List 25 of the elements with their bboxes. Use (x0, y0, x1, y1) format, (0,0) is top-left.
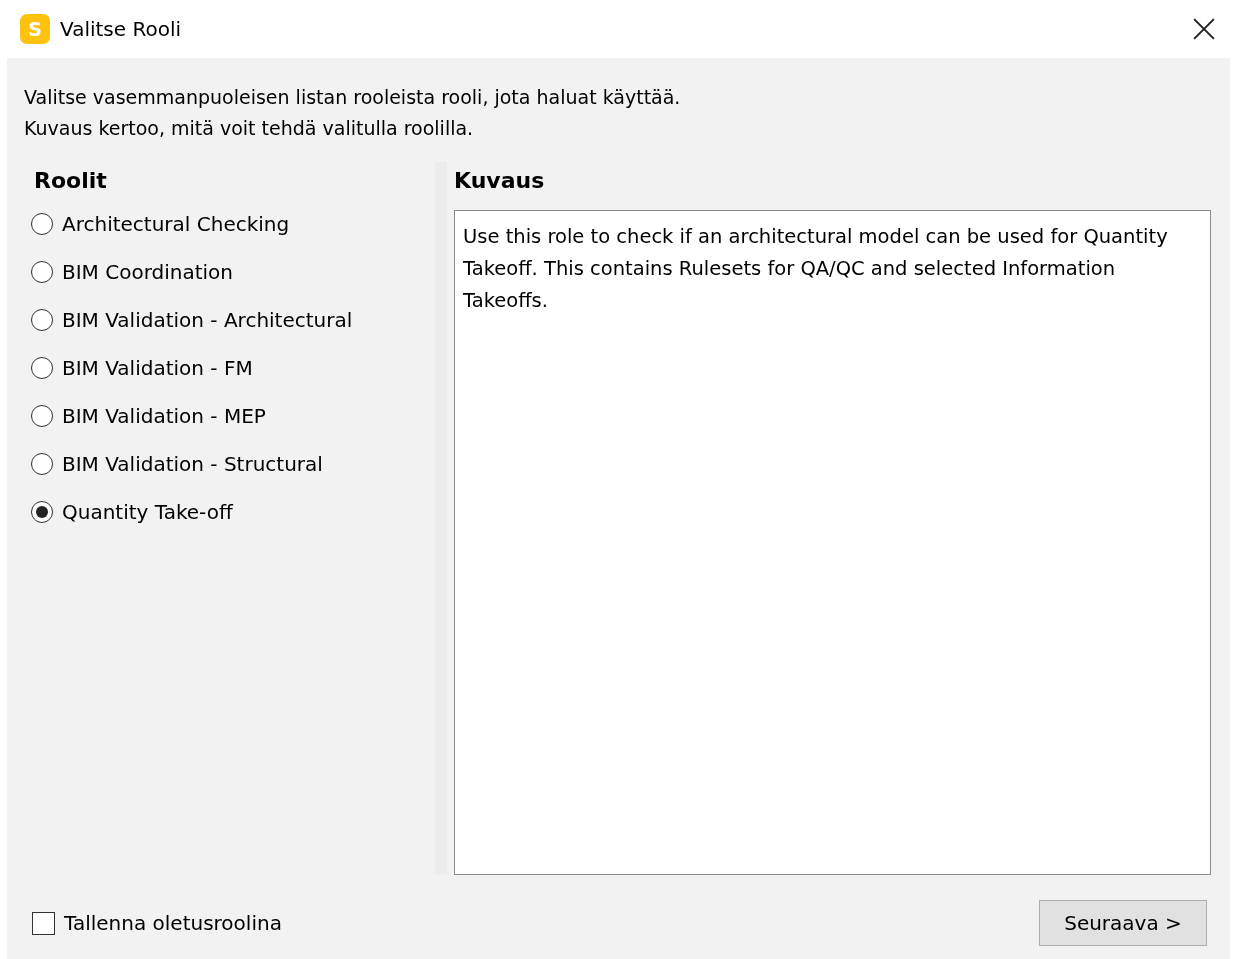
instruction-text: Kuvaus kertoo, mitä voit tehdä valitulla roolilla. (24, 116, 475, 141)
checkbox-label[interactable]: Tallenna oletusroolina (64, 911, 282, 935)
app-icon: S (20, 14, 50, 44)
radio-button[interactable] (31, 405, 53, 427)
description-box: Use this role to check if an architectural model can be used for Quantity Takeoff. This contains Rulesets for QA/QC and selected Information Takeoffs. (454, 210, 1211, 875)
close-icon[interactable] (1193, 18, 1215, 40)
radio-button[interactable] (31, 261, 53, 283)
role-label[interactable]: BIM Validation - MEP (62, 404, 266, 428)
radio-button[interactable] (31, 501, 53, 523)
radio-button[interactable] (31, 357, 53, 379)
role-label[interactable]: BIM Coordination (62, 260, 234, 284)
next-button[interactable]: Seuraava > (1039, 900, 1207, 946)
radio-button[interactable] (31, 213, 53, 235)
roles-heading: Roolit (34, 167, 108, 195)
radio-button[interactable] (31, 309, 53, 331)
checkbox[interactable] (32, 911, 55, 935)
radio-button[interactable] (31, 453, 53, 475)
instruction-text: Valitse vasemmanpuoleisen listan rooleista rooli, jota haluat käyttää. (24, 85, 682, 110)
role-label[interactable]: BIM Validation - Architectural (62, 308, 353, 332)
role-label[interactable]: Quantity Take-off (62, 500, 233, 524)
role-label[interactable]: BIM Validation - Structural (62, 452, 323, 476)
window-title: Valitse Rooli (60, 17, 181, 41)
role-label[interactable]: Architectural Checking (62, 212, 290, 236)
description-heading: Kuvaus (454, 167, 546, 195)
role-label[interactable]: BIM Validation - FM (62, 356, 253, 380)
